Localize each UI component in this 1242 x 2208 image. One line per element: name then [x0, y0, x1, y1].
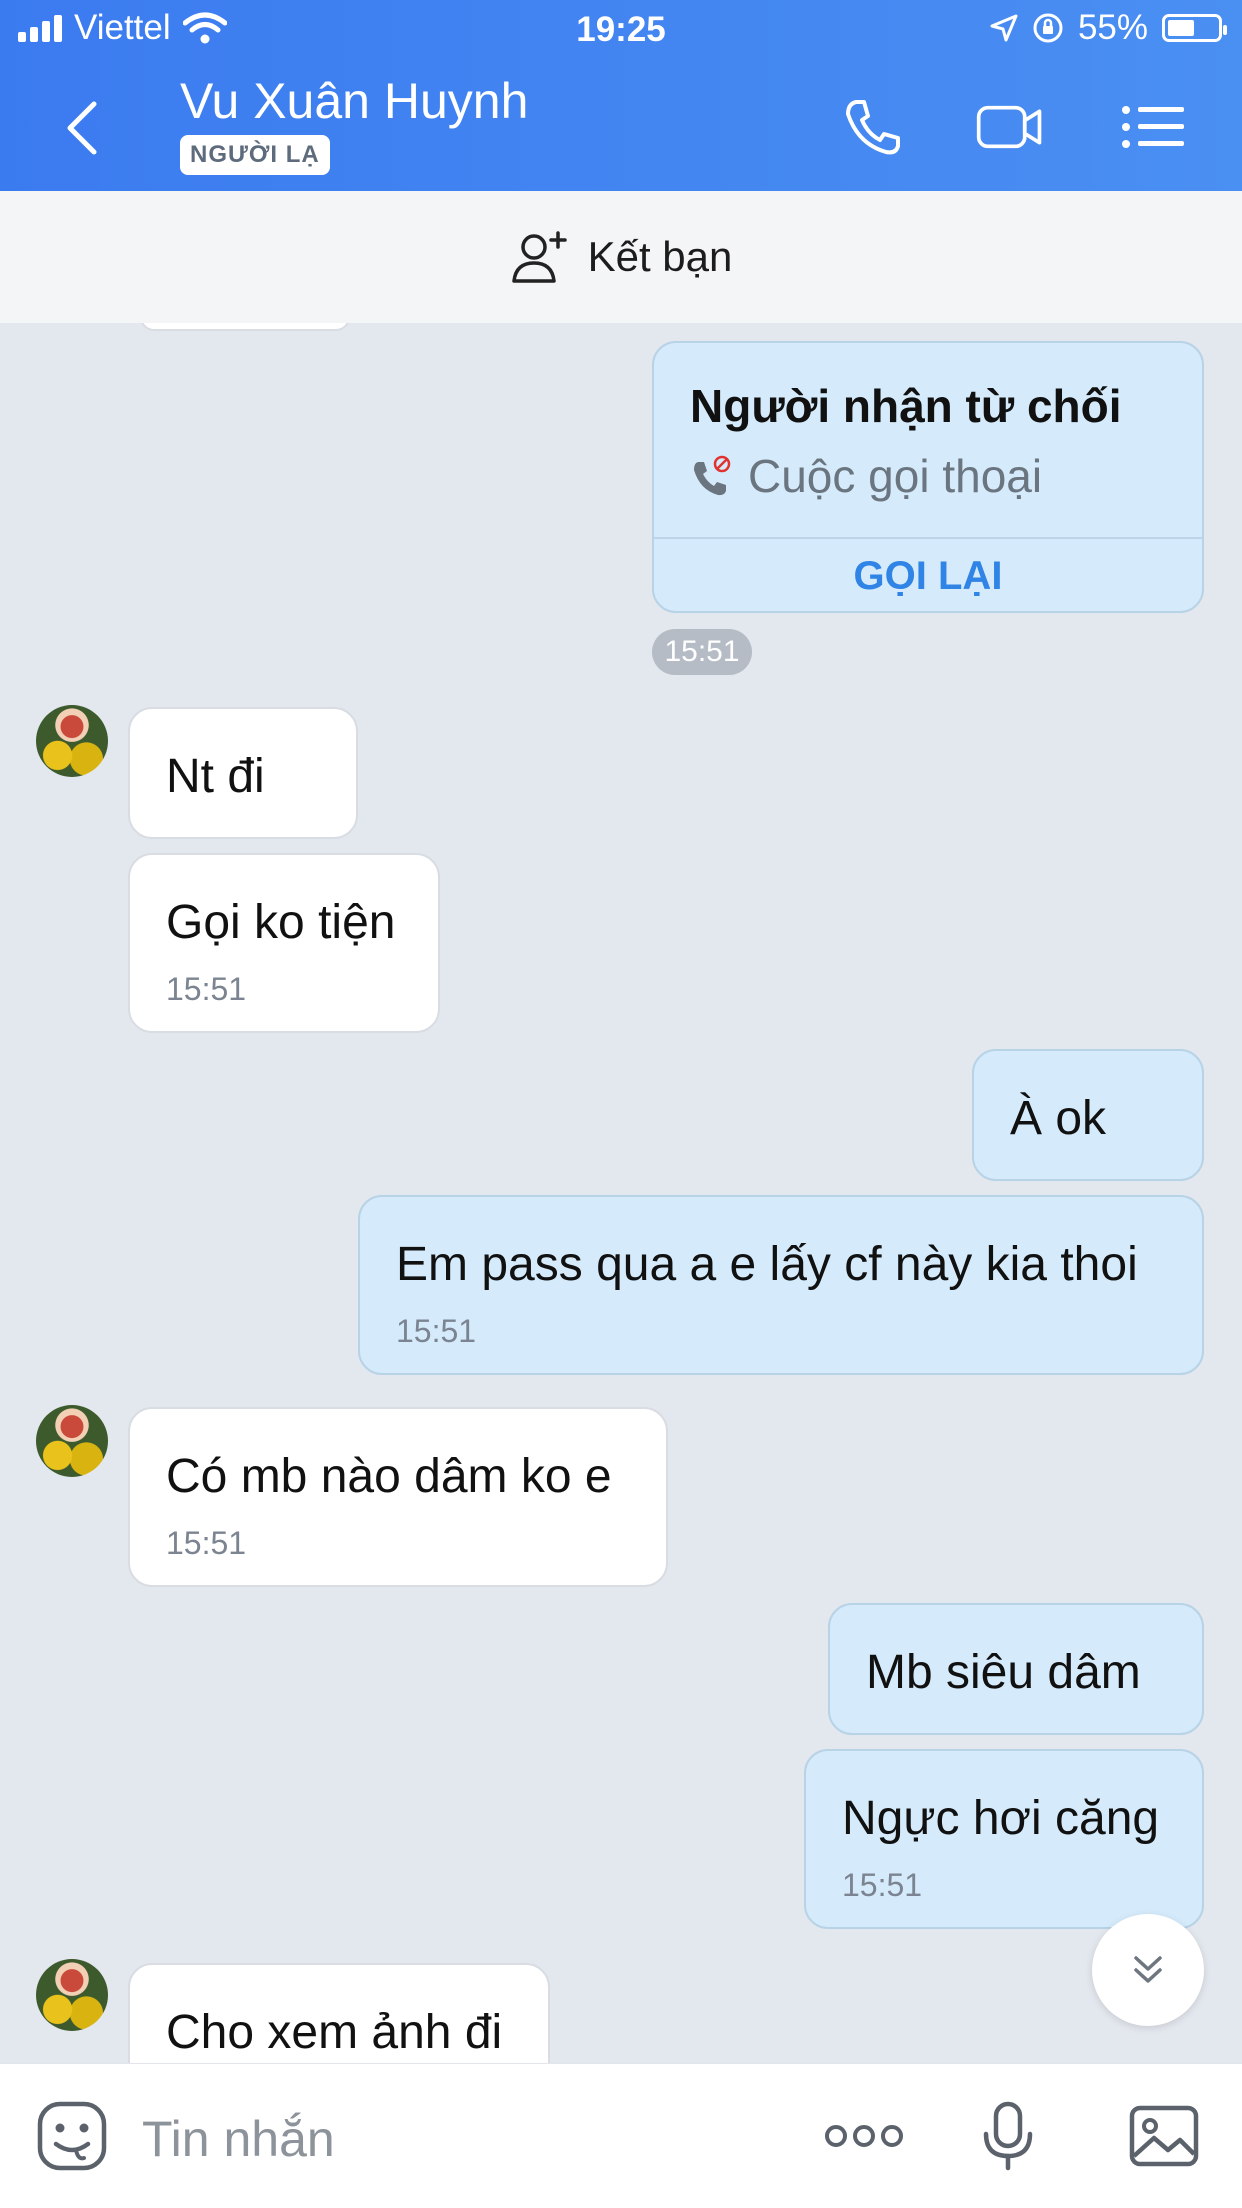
menu-list-icon[interactable] — [1118, 92, 1188, 162]
image-gallery-icon[interactable] — [1128, 2100, 1200, 2172]
scroll-to-bottom-button[interactable] — [1092, 1914, 1204, 2026]
avatar[interactable] — [36, 1405, 108, 1477]
message-text: Ngực hơi căng — [842, 1792, 1160, 1845]
message-bubble-outgoing[interactable]: À ok — [972, 1049, 1204, 1181]
contact-name[interactable]: Vu Xuân Huynh — [180, 72, 528, 130]
call-back-button[interactable]: GỌI LẠI — [654, 537, 1202, 611]
call-subtitle: Cuộc gọi thoại — [690, 449, 1042, 503]
stranger-badge: NGƯỜI LẠ — [180, 135, 330, 175]
call-timestamp: 15:51 — [652, 629, 752, 675]
chat-area[interactable]: Người nhận từ chối Cuộc gọi thoại GỌI LẠ… — [0, 323, 1242, 2063]
message-bubble-outgoing[interactable]: Mb siêu dâm — [828, 1603, 1204, 1735]
message-text: Nt đi — [166, 750, 265, 803]
declined-call-card: Người nhận từ chối Cuộc gọi thoại GỌI LẠ… — [652, 341, 1204, 613]
call-status-title: Người nhận từ chối — [690, 380, 1122, 432]
message-bubble-incoming[interactable]: Nt đi — [128, 707, 358, 839]
message-text: Cho xem ảnh đi — [166, 2006, 503, 2059]
message-text: Mb siêu dâm — [866, 1646, 1141, 1699]
message-bubble-incoming[interactable]: Có mb nào dâm ko e 15:51 — [128, 1407, 668, 1587]
call-type: Cuộc gọi thoại — [748, 450, 1043, 502]
message-text: Có mb nào dâm ko e — [166, 1450, 612, 1503]
sticker-icon[interactable] — [36, 2100, 108, 2172]
message-bubble-incoming[interactable]: Cho xem ảnh đi — [128, 1963, 550, 2063]
top-bar: Viettel 19:25 55% Vu Xuân Huynh NGƯỜI LẠ — [0, 0, 1242, 191]
add-friend-label: Kết bạn — [587, 233, 733, 280]
double-chevron-down-icon — [1134, 1956, 1162, 1983]
message-time: 15:51 — [166, 971, 247, 1007]
missed-call-icon — [694, 455, 731, 496]
avatar[interactable] — [36, 1959, 108, 2031]
message-time: 15:51 — [166, 1525, 247, 1561]
message-text: À ok — [1010, 1092, 1107, 1145]
battery-percent: 55% — [1077, 8, 1148, 47]
message-bubble-outgoing[interactable]: Ngực hơi căng 15:51 — [804, 1749, 1204, 1929]
message-time: 15:51 — [396, 1313, 477, 1349]
status-right: 55% — [990, 8, 1227, 48]
message-time: 15:51 — [842, 1867, 923, 1903]
message-text: Gọi ko tiện — [166, 896, 396, 949]
add-friend-icon — [511, 231, 567, 283]
message-text: Em pass qua a e lấy cf này kia thoi — [396, 1238, 1138, 1291]
message-bubble-incoming[interactable]: Gọi ko tiện 15:51 — [128, 853, 440, 1033]
orientation-lock-icon — [1033, 13, 1063, 43]
message-input-bar: Tin nhắn — [0, 2063, 1242, 2208]
location-icon — [990, 14, 1018, 42]
add-friend-bar[interactable]: Kết bạn — [0, 191, 1242, 323]
phone-call-icon[interactable] — [838, 92, 908, 162]
status-bar: Viettel 19:25 55% — [0, 0, 1242, 62]
back-chevron-icon[interactable] — [62, 98, 102, 158]
microphone-icon[interactable] — [972, 2100, 1044, 2172]
avatar[interactable] — [36, 705, 108, 777]
more-options-icon[interactable] — [822, 2100, 906, 2172]
video-call-icon[interactable] — [975, 92, 1045, 162]
message-input[interactable]: Tin nhắn — [142, 2110, 335, 2168]
battery-icon — [1162, 14, 1227, 42]
message-bubble-outgoing[interactable]: Em pass qua a e lấy cf này kia thoi 15:5… — [358, 1195, 1204, 1375]
previous-bubble-edge — [140, 323, 350, 331]
